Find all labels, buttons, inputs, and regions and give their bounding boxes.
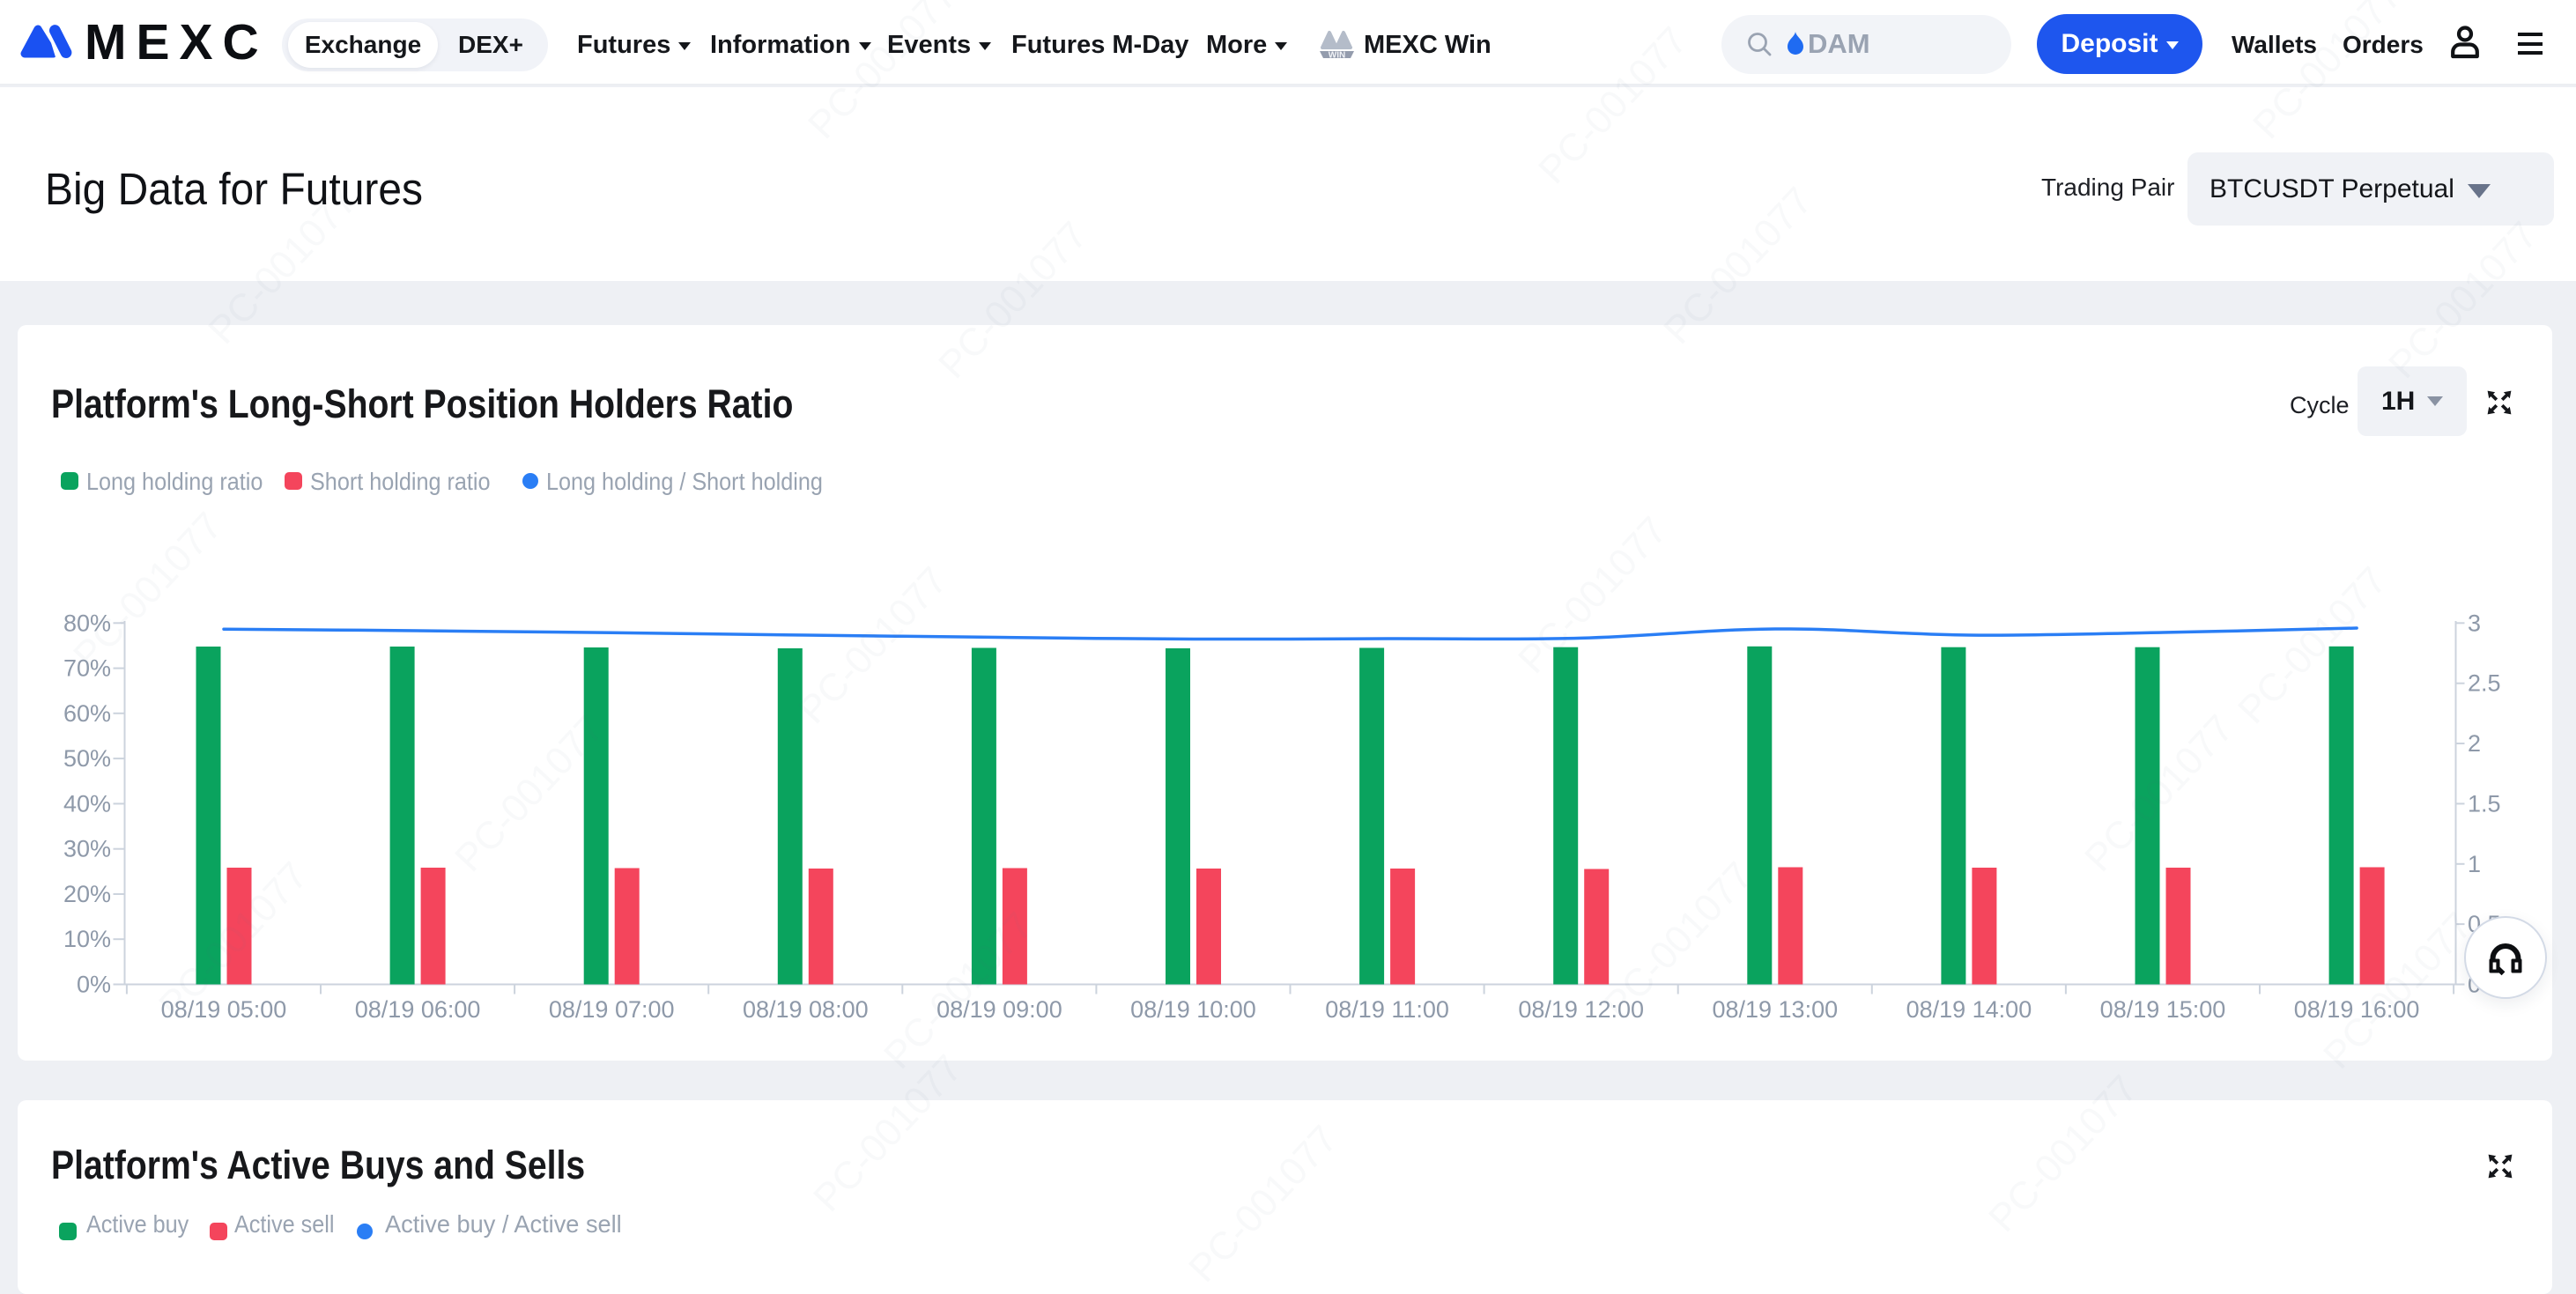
svg-text:80%: 80% bbox=[63, 610, 111, 636]
svg-text:WIN: WIN bbox=[1329, 51, 1345, 61]
svg-text:70%: 70% bbox=[63, 655, 111, 682]
svg-text:1.5: 1.5 bbox=[2468, 790, 2501, 817]
svg-text:08/19 05:00: 08/19 05:00 bbox=[161, 996, 287, 1023]
svg-text:08/19 06:00: 08/19 06:00 bbox=[355, 996, 481, 1023]
svg-text:08/19 07:00: 08/19 07:00 bbox=[549, 996, 675, 1023]
svg-text:08/19 09:00: 08/19 09:00 bbox=[936, 996, 1062, 1023]
svg-text:20%: 20% bbox=[63, 881, 111, 907]
svg-text:08/19 14:00: 08/19 14:00 bbox=[1906, 996, 2032, 1023]
svg-text:10%: 10% bbox=[63, 926, 111, 952]
svg-text:08/19 16:00: 08/19 16:00 bbox=[2294, 996, 2420, 1023]
svg-text:50%: 50% bbox=[63, 745, 111, 772]
svg-text:08/19 15:00: 08/19 15:00 bbox=[2100, 996, 2226, 1023]
svg-text:2.5: 2.5 bbox=[2468, 670, 2501, 697]
svg-text:08/19 08:00: 08/19 08:00 bbox=[743, 996, 869, 1023]
svg-text:1: 1 bbox=[2468, 851, 2481, 877]
svg-text:3: 3 bbox=[2468, 610, 2481, 636]
svg-text:30%: 30% bbox=[63, 836, 111, 862]
svg-text:08/19 13:00: 08/19 13:00 bbox=[1712, 996, 1838, 1023]
svg-text:08/19 11:00: 08/19 11:00 bbox=[1325, 996, 1449, 1023]
svg-text:40%: 40% bbox=[63, 790, 111, 817]
svg-text:2: 2 bbox=[2468, 730, 2481, 757]
svg-text:08/19 10:00: 08/19 10:00 bbox=[1130, 996, 1256, 1023]
svg-text:60%: 60% bbox=[63, 700, 111, 727]
svg-text:08/19 12:00: 08/19 12:00 bbox=[1518, 996, 1644, 1023]
svg-text:0%: 0% bbox=[77, 972, 111, 998]
